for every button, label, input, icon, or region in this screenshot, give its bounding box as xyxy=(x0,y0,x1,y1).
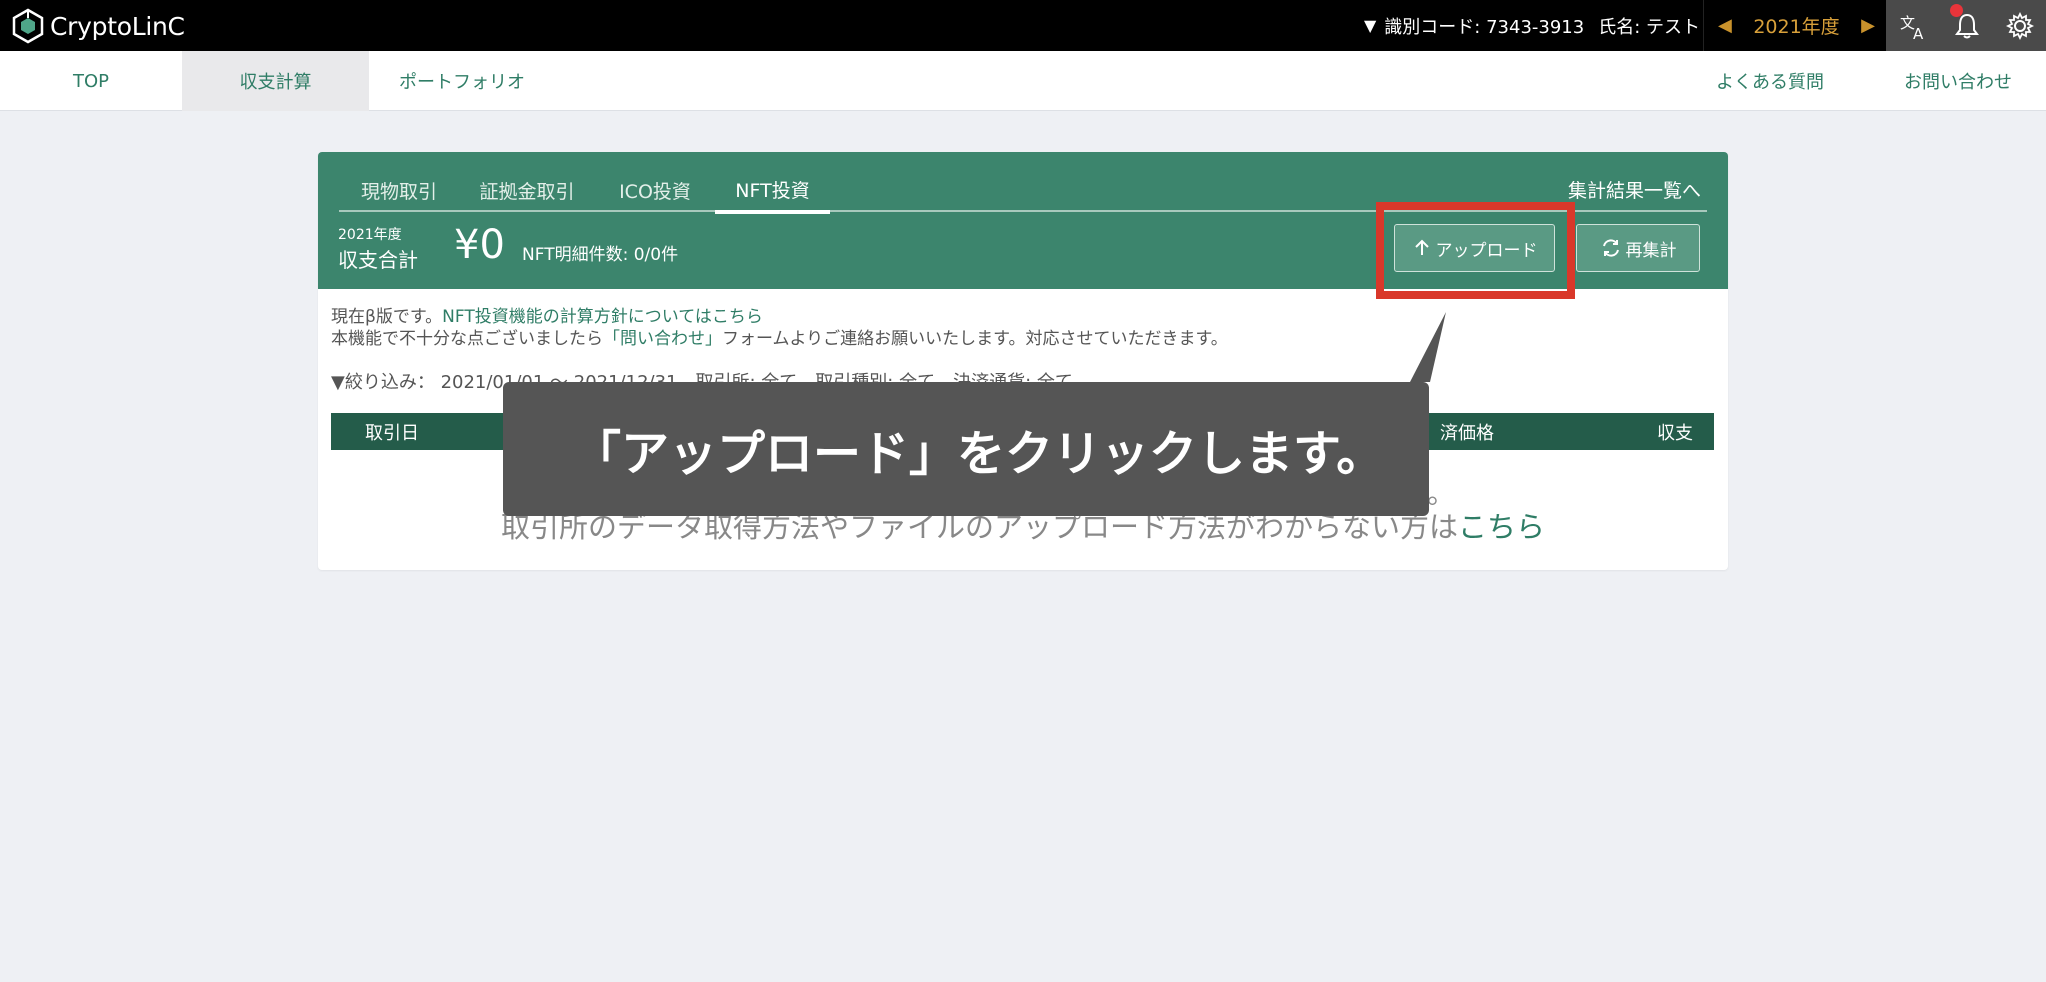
instruction-tooltip: 「アップロード」をクリックします。 xyxy=(503,382,1429,516)
tooltip-text: 「アップロード」をクリックします。 xyxy=(573,426,1385,482)
